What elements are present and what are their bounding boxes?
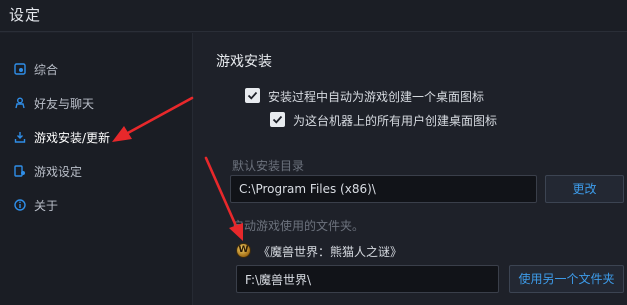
section-title: 游戏安装	[216, 54, 272, 70]
all-users-label: 为这台机器上的所有用户创建桌面图标	[293, 114, 498, 128]
checkmark-icon	[247, 91, 258, 100]
change-dir-button[interactable]: 更改	[545, 175, 624, 203]
sidebar-item-general[interactable]: 综合	[0, 55, 193, 83]
info-icon	[14, 199, 26, 211]
sidebar-item-label: 关于	[34, 199, 59, 213]
game-settings-icon	[14, 165, 26, 177]
all-users-checkbox[interactable]	[270, 112, 285, 127]
default-dir-input[interactable]	[230, 175, 537, 203]
wow-game-icon: W	[236, 243, 251, 258]
game-dir-input[interactable]	[236, 265, 499, 293]
desktop-icon-option[interactable]: 安装过程中自动为游戏创建一个桌面图标	[245, 87, 565, 105]
friends-icon	[14, 97, 26, 109]
desktop-icon-checkbox[interactable]	[245, 88, 260, 103]
general-icon	[14, 63, 26, 75]
game-name: 《魔兽世界：熊猫人之谜》	[258, 245, 403, 259]
sidebar-item-label: 好友与聊天	[34, 97, 95, 111]
sidebar-item-install-update[interactable]: 游戏安装/更新	[0, 123, 193, 151]
sidebar-item-label: 游戏安装/更新	[34, 131, 111, 145]
install-icon	[14, 131, 26, 143]
checkmark-icon	[272, 115, 283, 124]
sidebar-item-game-settings[interactable]: 游戏设定	[0, 157, 193, 185]
use-other-folder-button[interactable]: 使用另一个文件夹	[509, 265, 624, 293]
sidebar-item-friends[interactable]: 好友与聊天	[0, 89, 193, 117]
sidebar-item-label: 游戏设定	[34, 165, 83, 179]
desktop-icon-label: 安装过程中自动为游戏创建一个桌面图标	[268, 90, 485, 104]
default-dir-label: 默认安装目录	[232, 159, 305, 173]
game-folder-hint: 启动游戏使用的文件夹。	[232, 219, 365, 233]
all-users-option[interactable]: 为这台机器上的所有用户创建桌面图标	[270, 111, 570, 129]
sidebar: 综合 好友与聊天 游戏安装/更新 游戏设定 关于	[0, 33, 193, 305]
sidebar-item-label: 综合	[34, 63, 59, 77]
window-title: 设定	[9, 6, 42, 24]
install-settings-panel: 游戏安装 安装过程中自动为游戏创建一个桌面图标 为这台机器上的所有用户创建桌面图…	[194, 33, 627, 305]
title-bar: 设定	[0, 0, 627, 32]
sidebar-item-about[interactable]: 关于	[0, 191, 193, 219]
